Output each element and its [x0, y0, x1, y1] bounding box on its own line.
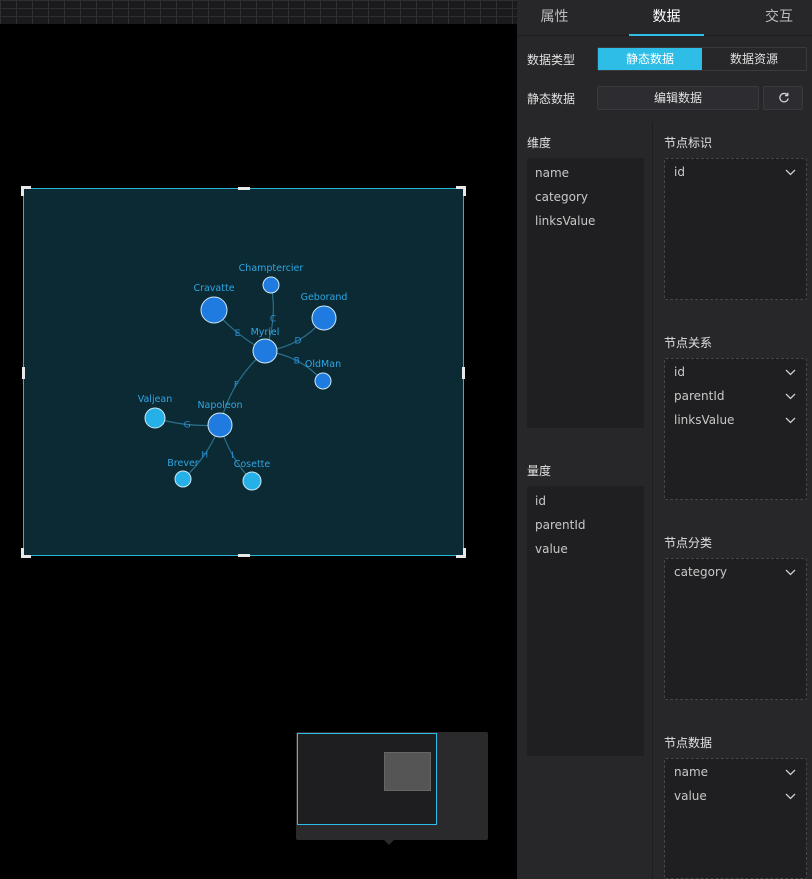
- mapped-field-label: id: [674, 365, 685, 379]
- graph-node-brever[interactable]: [174, 470, 192, 488]
- mapped-field[interactable]: value: [665, 784, 806, 808]
- chevron-down-icon[interactable]: [785, 793, 796, 800]
- minimap-pointer: [384, 840, 394, 845]
- mapped-field[interactable]: name: [665, 760, 806, 784]
- graph-link-4: [219, 350, 266, 426]
- node-relation-title: 节点关系: [664, 336, 713, 350]
- chevron-down-icon[interactable]: [785, 369, 796, 376]
- app-root: C E D B F G H I Myriel Champtercier Cravatte Gebora…: [0, 0, 812, 879]
- graph-node-label: Valjean: [138, 394, 173, 405]
- chevron-down-icon[interactable]: [785, 169, 796, 176]
- resize-handle-left[interactable]: [22, 367, 25, 379]
- panel-column-divider: [652, 122, 653, 879]
- graph-node-oldman[interactable]: [314, 372, 332, 390]
- resize-handle-bottom-left[interactable]: [21, 548, 31, 558]
- panel-tabs: 属性 数据 交互: [517, 0, 812, 36]
- mapped-field-label: category: [674, 565, 728, 579]
- graph-link-label: D: [294, 337, 301, 347]
- mapped-field[interactable]: id: [665, 160, 806, 184]
- minimap-widget-thumbnail: [384, 752, 431, 791]
- data-type-toggle: 静态数据 数据资源: [597, 47, 807, 71]
- field-item[interactable]: linksValue: [527, 209, 644, 233]
- node-data-dropzone[interactable]: name value: [664, 758, 807, 879]
- mapped-field[interactable]: id: [665, 360, 806, 384]
- graph-link-label: B: [294, 357, 300, 367]
- measures-list: id parentId value: [527, 486, 644, 756]
- static-data-label: 静态数据: [527, 92, 576, 106]
- minimap[interactable]: [296, 732, 488, 845]
- graph-node-myriel[interactable]: [252, 338, 278, 364]
- node-id-dropzone[interactable]: id: [664, 158, 807, 300]
- graph-node-label: Geborand: [301, 292, 348, 303]
- graph-link-label: F: [234, 380, 239, 390]
- static-data-option[interactable]: 静态数据: [598, 48, 702, 70]
- field-item[interactable]: category: [527, 185, 644, 209]
- mapped-field[interactable]: linksValue: [665, 408, 806, 432]
- graph-node-geborand[interactable]: [311, 305, 337, 331]
- mapped-field[interactable]: category: [665, 560, 806, 584]
- node-data-title: 节点数据: [664, 736, 713, 750]
- graph-link-label: H: [201, 450, 208, 460]
- graph-node-label: Champtercier: [239, 263, 304, 274]
- node-id-title: 节点标识: [664, 136, 713, 150]
- mapped-field-label: value: [674, 789, 707, 803]
- resize-handle-right[interactable]: [462, 367, 465, 379]
- mapped-field-label: linksValue: [674, 413, 735, 427]
- mapped-field[interactable]: parentId: [665, 384, 806, 408]
- graph-node-champtercier[interactable]: [262, 276, 280, 294]
- mapped-field-label: id: [674, 165, 685, 179]
- graph-link-label: E: [235, 329, 241, 339]
- graph-link-label: C: [270, 314, 276, 324]
- top-ruler: [0, 0, 517, 24]
- data-type-label: 数据类型: [527, 53, 576, 67]
- dimensions-title: 维度: [527, 136, 552, 150]
- graph-node-label: Brever: [167, 458, 199, 469]
- graph-node-cravatte[interactable]: [200, 296, 228, 324]
- resize-handle-top-left[interactable]: [21, 186, 31, 196]
- tab-attributes[interactable]: 属性: [517, 0, 592, 36]
- measures-title: 量度: [527, 464, 552, 478]
- relation-graph-chart: CEDBFGH IMyrielChamptercierCravatteGebora…: [138, 263, 348, 491]
- chevron-down-icon[interactable]: [785, 569, 796, 576]
- refresh-button[interactable]: [763, 86, 803, 110]
- graph-node-napoleon[interactable]: [207, 412, 233, 438]
- refresh-icon: [779, 92, 789, 103]
- field-item[interactable]: id: [527, 489, 644, 513]
- mapped-field-label: parentId: [674, 389, 725, 403]
- graph-node-label: Myriel: [251, 327, 280, 338]
- field-item[interactable]: parentId: [527, 513, 644, 537]
- chevron-down-icon[interactable]: [785, 417, 796, 424]
- tab-data[interactable]: 数据: [629, 0, 704, 36]
- edit-data-button[interactable]: 编辑数据: [597, 86, 759, 110]
- graph-node-label: Cosette: [234, 459, 271, 470]
- chevron-down-icon[interactable]: [785, 769, 796, 776]
- mapped-field-label: name: [674, 765, 709, 779]
- graph-node-label: Napoleon: [197, 400, 242, 411]
- chevron-down-icon[interactable]: [785, 393, 796, 400]
- graph-link-label: G: [184, 420, 191, 430]
- resize-handle-top[interactable]: [238, 187, 250, 190]
- graph-node-valjean[interactable]: [144, 407, 166, 429]
- tab-interaction[interactable]: 交互: [749, 0, 809, 36]
- node-category-dropzone[interactable]: category: [664, 558, 807, 700]
- node-relation-dropzone[interactable]: id parentId linksValue: [664, 358, 807, 500]
- field-item[interactable]: name: [527, 161, 644, 185]
- properties-panel: 属性 数据 交互 数据类型 静态数据 数据资源 静态数据 编辑数据 维度 nam…: [517, 0, 812, 879]
- resize-handle-bottom[interactable]: [238, 554, 250, 557]
- field-item[interactable]: value: [527, 537, 644, 561]
- dimensions-list: name category linksValue: [527, 158, 644, 428]
- resize-handle-bottom-right[interactable]: [456, 548, 466, 558]
- graph-chart-widget[interactable]: C E D B F G H I Myriel Champtercier Cravatte Gebora…: [21, 186, 466, 558]
- graph-node-cosette[interactable]: [242, 471, 262, 491]
- resize-handle-top-right[interactable]: [456, 186, 466, 196]
- data-resource-option[interactable]: 数据资源: [702, 48, 806, 70]
- graph-node-label: Cravatte: [193, 283, 234, 294]
- graph-node-label: OldMan: [305, 359, 341, 370]
- node-category-title: 节点分类: [664, 536, 713, 550]
- design-canvas[interactable]: C E D B F G H I Myriel Champtercier Cravatte Gebora…: [0, 0, 517, 879]
